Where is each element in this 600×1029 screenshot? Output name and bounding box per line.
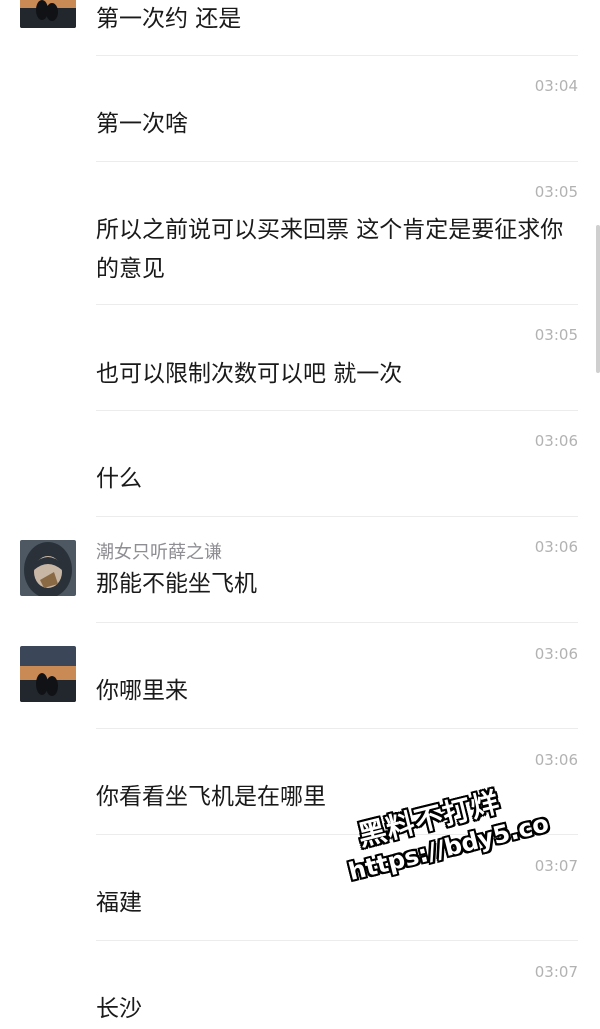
message-time: 03:06 — [534, 432, 578, 450]
hooded-person-avatar-image — [20, 540, 76, 596]
message-text: 你哪里来 — [96, 678, 188, 704]
message-time: 03:04 — [534, 77, 578, 95]
message-time: 03:05 — [534, 183, 578, 201]
message-text: 那能不能坐飞机 — [96, 571, 257, 597]
message-time: 03:06 — [534, 538, 578, 556]
sunset-avatar-image — [20, 0, 76, 28]
message-divider — [96, 622, 578, 623]
message-time: 03:06 — [534, 751, 578, 769]
message-text: 什么 — [96, 466, 142, 492]
message-divider — [96, 304, 578, 305]
message-text: 第一次约 还是 — [96, 6, 242, 32]
message-time: 03:07 — [534, 963, 578, 981]
avatar-sunset[interactable] — [20, 646, 76, 702]
sunset-avatar-image — [20, 646, 76, 702]
avatar-hooded[interactable] — [20, 540, 76, 596]
scrollbar[interactable] — [596, 225, 600, 373]
sender-name[interactable]: 潮女只听薛之谦 — [96, 538, 222, 564]
message-divider — [96, 161, 578, 162]
message-text: 也可以限制次数可以吧 就一次 — [96, 361, 403, 387]
message-divider — [96, 728, 578, 729]
message-text: 长沙 — [96, 996, 142, 1022]
message-divider — [96, 940, 578, 941]
message-text: 福建 — [96, 890, 142, 916]
message-time: 03:06 — [534, 645, 578, 663]
message-time: 03:05 — [534, 326, 578, 344]
message-text: 所以之前说可以买来回票 这个肯定是要征求你的意见 — [96, 217, 564, 282]
avatar-sunset[interactable] — [20, 0, 76, 28]
message-divider — [96, 516, 578, 517]
message-text: 第一次啥 — [96, 111, 188, 137]
message-time: 03:07 — [534, 857, 578, 875]
message-divider — [96, 55, 578, 56]
message-divider — [96, 410, 578, 411]
